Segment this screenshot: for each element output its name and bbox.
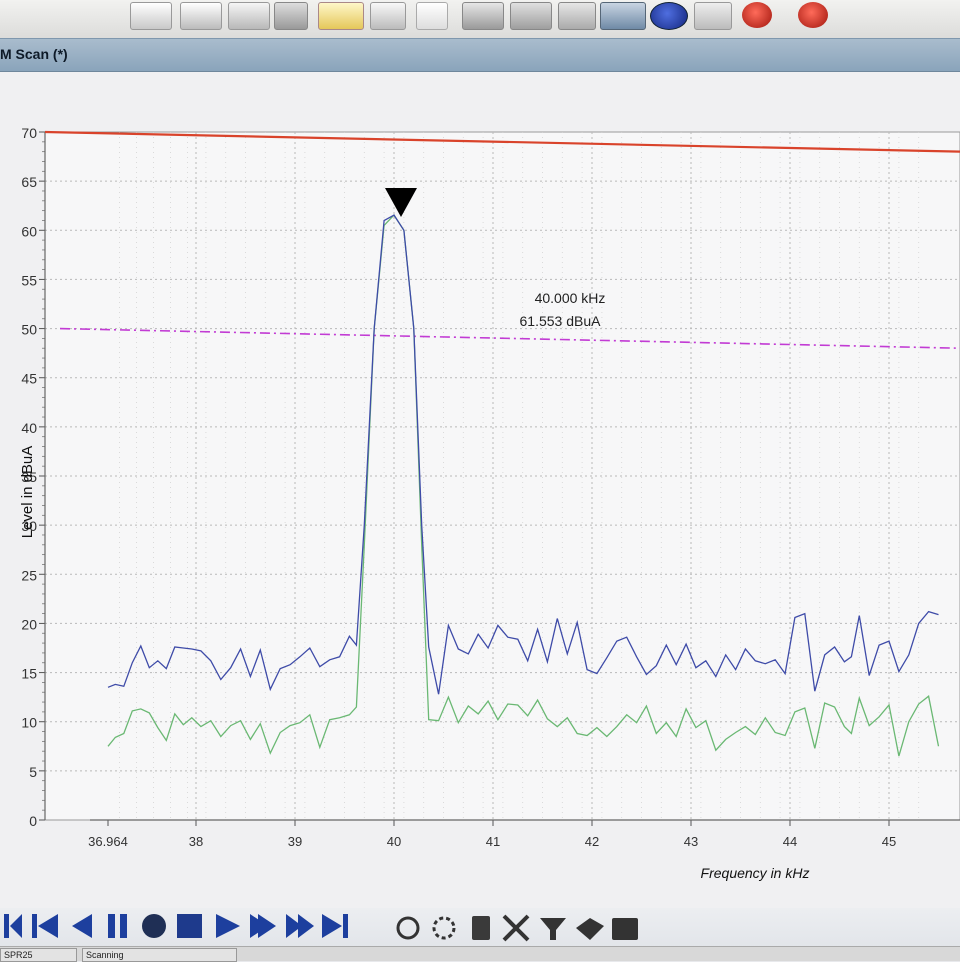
y-tick-label: 15 [21, 666, 37, 682]
y-tick-label: 50 [21, 322, 37, 338]
camera-icon[interactable] [612, 918, 638, 940]
chart-edit-icon[interactable] [416, 2, 448, 30]
new-icon[interactable] [130, 2, 172, 30]
x-tick-label: 39 [288, 834, 302, 849]
stop-icon[interactable] [177, 914, 202, 938]
open-icon[interactable] [180, 2, 222, 30]
marker-level-label: 61.553 dBuA [520, 313, 602, 329]
y-tick-label: 5 [29, 764, 37, 780]
x-tick-label: 41 [486, 834, 500, 849]
print-icon-2[interactable] [370, 2, 406, 30]
x-tick-label: 38 [189, 834, 203, 849]
play-icon[interactable] [216, 914, 240, 938]
battery-icon[interactable] [472, 916, 490, 940]
y-tick-label: 25 [21, 567, 37, 583]
export-icon[interactable] [274, 2, 308, 30]
y-tick-label: 70 [21, 125, 37, 141]
x-tick-label: 45 [882, 834, 896, 849]
y-tick-label: 55 [21, 272, 37, 288]
pause-icon[interactable] [108, 914, 127, 938]
marker-frequency-label: 40.000 kHz [535, 290, 606, 306]
y-tick-label: 0 [29, 813, 37, 829]
skip-start-icon[interactable] [4, 914, 22, 938]
plot-panel: 0 5 10 15 20 25 30 35 40 45 50 55 60 65 70 36.964 38 39 40… [0, 72, 960, 910]
marker-2-icon[interactable] [798, 2, 828, 28]
step-forward-icon[interactable] [250, 914, 276, 938]
delete-db-icon[interactable] [558, 2, 596, 30]
y-tick-label: 20 [21, 616, 37, 632]
refresh-icon[interactable] [396, 916, 420, 940]
window-title-bar[interactable]: M Scan (*) [0, 38, 960, 72]
toolbar [0, 0, 960, 38]
info-icon[interactable] [650, 2, 688, 30]
antenna-icon[interactable] [540, 918, 566, 940]
y-tick-label: 45 [21, 371, 37, 387]
fast-forward-icon[interactable] [286, 914, 314, 938]
screenshot-icon[interactable] [600, 2, 646, 30]
x-tick-label: 36.964 [88, 834, 128, 849]
rewind-icon[interactable] [72, 914, 92, 938]
marker-1-icon[interactable] [742, 2, 772, 28]
edit-icon[interactable] [318, 2, 364, 30]
wrench-icon[interactable] [694, 2, 732, 30]
spectrum-chart: 051015202530354045505560657036.964 38 39 40… [19, 125, 960, 881]
clear-icon[interactable] [502, 914, 530, 942]
y-tick-label: 60 [21, 223, 37, 239]
print-icon[interactable] [228, 2, 270, 30]
step-back-icon[interactable] [32, 914, 58, 938]
y-tick-label: 65 [21, 174, 37, 190]
plot-area [44, 131, 960, 821]
transport-controls [4, 914, 638, 942]
satellite-icon[interactable] [576, 918, 604, 940]
status-bar: SPR25 Scanning [0, 946, 960, 962]
y-tick-label: 10 [21, 715, 37, 731]
x-tick-label: 40 [387, 834, 401, 849]
x-tick-label: 44 [783, 834, 797, 849]
x-axis-label: Frequency in kHz [701, 865, 810, 881]
database-icon[interactable] [462, 2, 504, 30]
y-axis-label: Level in dBuA [19, 446, 36, 539]
y-tick-label: 40 [21, 420, 37, 436]
window-title: M Scan (*) [0, 46, 68, 62]
x-tick-label: 42 [585, 834, 599, 849]
x-tick-label: 43 [684, 834, 698, 849]
save-db-icon[interactable] [510, 2, 552, 30]
skip-end-icon[interactable] [322, 914, 348, 938]
loop-icon[interactable] [432, 916, 456, 940]
record-icon[interactable] [142, 914, 166, 938]
